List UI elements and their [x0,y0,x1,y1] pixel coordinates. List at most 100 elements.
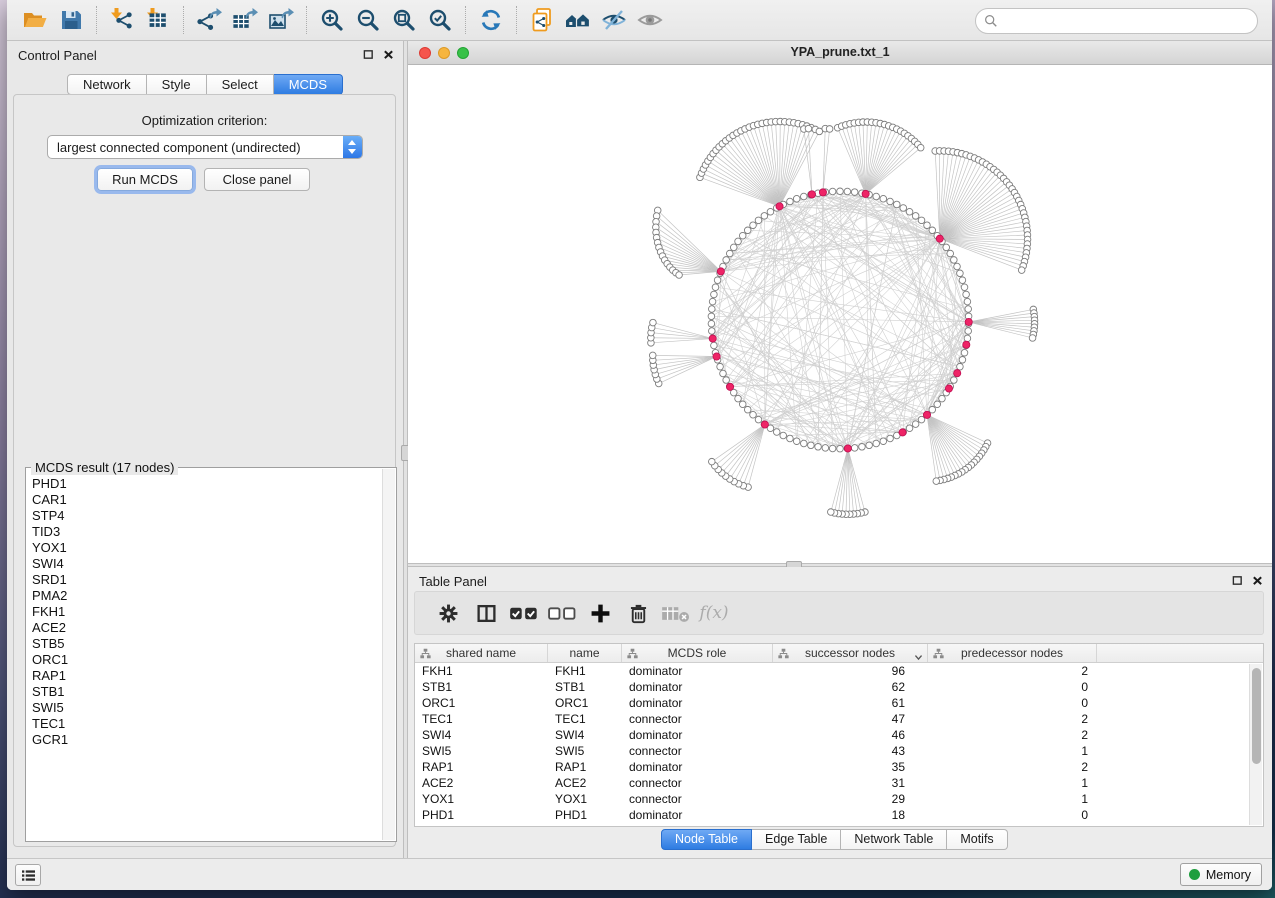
mcds-result-item[interactable]: TID3 [32,524,382,540]
mcds-result-item[interactable]: SWI5 [32,700,382,716]
float-icon [1232,575,1243,586]
import-network-button[interactable] [104,3,140,37]
mcds-result-item[interactable]: SRD1 [32,572,382,588]
export-image-button[interactable] [263,3,299,37]
cell-mcds-role: dominator [622,727,773,743]
hide-selected-button[interactable] [596,3,632,37]
add-button[interactable] [581,595,619,631]
import-table-button[interactable] [140,3,176,37]
table-row[interactable]: SWI4SWI4dominator462 [415,727,1263,743]
control-panel-tabs: NetworkStyleSelectMCDS [7,74,403,95]
column-header-successor-nodes[interactable]: successor nodes [773,644,928,662]
tab-network[interactable]: Network [67,74,147,95]
optimization-criterion-select[interactable]: largest connected component (undirected) [47,135,363,159]
table-row[interactable]: PHD1PHD1dominator180 [415,807,1263,823]
float-panel-button[interactable] [1231,574,1244,587]
mcds-result-item[interactable]: SWI4 [32,556,382,572]
refresh-layout-button[interactable] [473,3,509,37]
open-session-button[interactable] [17,3,53,37]
column-header-shared-name[interactable]: shared name [415,644,548,662]
delete-button[interactable] [619,595,657,631]
column-header-name[interactable]: name [548,644,622,662]
show-all-button[interactable] [632,3,668,37]
mcds-result-item[interactable]: TEC1 [32,716,382,732]
mcds-result-group: MCDS result (17 nodes) PHD1CAR1STP4TID3Y… [25,467,397,842]
cell-shared-name: TEC1 [415,711,548,727]
zoom-selected-button[interactable] [422,3,458,37]
delete-table-button[interactable] [657,595,695,631]
toolbar-groups [17,3,668,37]
cell-mcds-role: connector [622,711,773,727]
mcds-result-item[interactable]: PHD1 [32,476,382,492]
mcds-result-item[interactable]: RAP1 [32,668,382,684]
cell-successor-nodes: 61 [773,695,928,711]
column-label: shared name [446,646,516,660]
mcds-result-item[interactable]: ORC1 [32,652,382,668]
mcds-result-item[interactable]: ACE2 [32,620,382,636]
selected-criterion: largest connected component (undirected) [48,140,343,155]
table-row[interactable]: STB1STB1dominator620 [415,679,1263,695]
table-body: FKH1FKH1dominator962STB1STB1dominator620… [415,663,1263,823]
task-history-button[interactable] [15,864,41,886]
column-header-mcds-role[interactable]: MCDS role [622,644,773,662]
mcds-result-title: MCDS result (17 nodes) [31,460,178,475]
close-panel-action-button[interactable]: Close panel [204,168,310,191]
export-table-button[interactable] [227,3,263,37]
column-header-predecessor-nodes[interactable]: predecessor nodes [928,644,1097,662]
table-panel-title: Table Panel [419,574,487,589]
export-network-button[interactable] [191,3,227,37]
close-panel-button[interactable] [1251,574,1264,587]
tab-network-table[interactable]: Network Table [841,829,947,850]
tab-node-table[interactable]: Node Table [661,829,752,850]
mcds-result-item[interactable]: STB5 [32,636,382,652]
run-mcds-button[interactable]: Run MCDS [97,168,193,191]
table-scrollbar-thumb[interactable] [1252,668,1261,764]
zoom-fit-button[interactable] [386,3,422,37]
close-icon [383,49,394,60]
mcds-list-scrollbar[interactable] [382,469,395,840]
float-panel-button[interactable] [362,48,375,61]
cell-shared-name: RAP1 [415,759,548,775]
cell-name: RAP1 [548,759,622,775]
zoom-in-button[interactable] [314,3,350,37]
share-network-button[interactable] [524,3,560,37]
sort-desc-icon [914,650,923,664]
mcds-result-item[interactable]: STP4 [32,508,382,524]
first-neighbors-button[interactable] [560,3,596,37]
toolbar-separator [96,6,97,34]
memory-button[interactable]: Memory [1180,863,1262,886]
mcds-result-item[interactable]: YOX1 [32,540,382,556]
tab-motifs[interactable]: Motifs [947,829,1007,850]
cell-successor-nodes: 96 [773,663,928,679]
mcds-tab-pane: Optimization criterion: largest connecte… [13,94,396,847]
table-row[interactable]: YOX1YOX1connector291 [415,791,1263,807]
table-row[interactable]: TEC1TEC1connector472 [415,711,1263,727]
zoom-out-button[interactable] [350,3,386,37]
save-session-button[interactable] [53,3,89,37]
function-builder-button[interactable]: f(x) [695,595,733,631]
tab-style[interactable]: Style [147,74,207,95]
tab-select[interactable]: Select [207,74,274,95]
table-scrollbar[interactable] [1249,664,1262,825]
table-row[interactable]: ORC1ORC1dominator610 [415,695,1263,711]
network-canvas[interactable] [408,65,1272,563]
mcds-result-item[interactable]: FKH1 [32,604,382,620]
close-panel-button[interactable] [382,48,395,61]
gear-button[interactable] [429,595,467,631]
table-row[interactable]: FKH1FKH1dominator962 [415,663,1263,679]
tab-mcds[interactable]: MCDS [274,74,343,95]
search-input[interactable] [998,11,1257,31]
deselect-all-button[interactable] [543,595,581,631]
table-row[interactable]: ACE2ACE2connector311 [415,775,1263,791]
mcds-result-item[interactable]: STB1 [32,684,382,700]
mcds-result-item[interactable]: CAR1 [32,492,382,508]
tab-edge-table[interactable]: Edge Table [752,829,841,850]
select-all-button[interactable] [505,595,543,631]
column-header-empty [1097,644,1263,662]
mcds-result-item[interactable]: GCR1 [32,732,382,748]
table-row[interactable]: SWI5SWI5connector431 [415,743,1263,759]
table-row[interactable]: RAP1RAP1dominator352 [415,759,1263,775]
columns-button[interactable] [467,595,505,631]
hierarchy-icon [627,648,638,662]
mcds-result-item[interactable]: PMA2 [32,588,382,604]
